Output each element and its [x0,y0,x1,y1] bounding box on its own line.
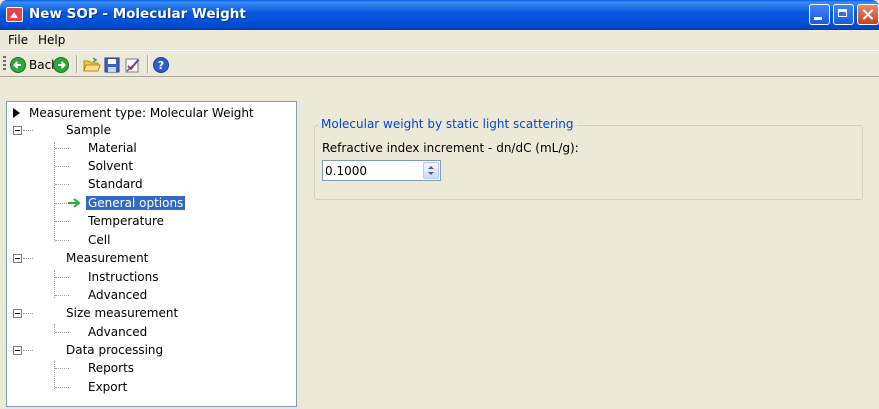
menu-bar: File Help [0,30,879,50]
tree-item-cell[interactable]: Cell [88,231,110,249]
group-title: Molecular weight by static light scatter… [318,117,577,131]
tree-item-data-processing[interactable]: Data processing [66,341,163,359]
current-arrow-icon [68,198,81,208]
tree-line [54,142,55,242]
menu-help[interactable]: Help [38,33,65,47]
tree-arrow-icon [13,108,20,118]
tree-line [55,277,69,278]
dndc-label: Refractive index increment - dn/dC (mL/g… [322,141,579,155]
collapse-size-measurement-icon[interactable] [13,309,22,318]
back-button[interactable]: Back [10,56,58,74]
tree-line [55,387,69,388]
tree-item-advanced[interactable]: Advanced [88,286,147,304]
collapse-data-processing-icon[interactable] [13,346,22,355]
toolbar-separator [147,55,149,73]
spin-up-icon[interactable] [428,166,434,169]
close-button[interactable] [857,4,879,25]
help-button[interactable]: ? [153,56,169,74]
tree-line [54,361,55,389]
window-title: New SOP - Molecular Weight [29,6,246,22]
spin-down-icon[interactable] [428,172,434,175]
tree-line [55,368,69,369]
help-icon: ? [153,57,169,73]
tree-item-general-options[interactable]: General options [67,194,186,212]
open-button[interactable] [83,56,101,74]
app-icon [6,7,23,22]
sop-tree[interactable]: Measurement type: Molecular Weight Sampl… [6,101,297,407]
tree-item-standard[interactable]: Standard [88,175,143,193]
tree-line [55,221,69,222]
svg-text:?: ? [158,59,164,72]
tree-line [55,240,69,241]
tree-item-solvent[interactable]: Solvent [88,157,133,175]
tree-item-reports[interactable]: Reports [88,359,134,377]
tree-label: General options [86,196,186,210]
tree-line [55,295,69,296]
save-button[interactable] [104,56,120,74]
toolbar: Back ? [0,50,879,77]
tree-line [55,166,69,167]
toolbar-separator [76,55,78,73]
dndc-input[interactable] [325,163,415,178]
tree-item-export[interactable]: Export [88,378,127,396]
edit-check-icon [125,58,140,73]
toolbar-grip[interactable] [3,56,6,72]
tree-item-measurement[interactable]: Measurement [66,249,148,267]
tree-line [55,148,69,149]
forward-icon [53,57,69,73]
maximize-button[interactable] [833,4,854,25]
tree-item-size-measurement[interactable]: Size measurement [66,304,178,322]
tree-item-advanced[interactable]: Advanced [88,323,147,341]
tree-line [55,184,69,185]
spin-buttons[interactable] [423,162,439,179]
tree-line [23,350,33,351]
tree-item-sample[interactable]: Sample [66,121,111,139]
tree-line [23,313,33,314]
title-bar[interactable]: New SOP - Molecular Weight [0,0,879,30]
forward-button[interactable] [53,56,69,74]
menu-file[interactable]: File [8,33,28,47]
tree-item-instructions[interactable]: Instructions [88,268,158,286]
minimize-button[interactable] [809,4,830,25]
tree-item-temperature[interactable]: Temperature [88,212,164,230]
open-folder-icon [83,57,101,72]
collapse-sample-icon[interactable] [13,126,22,135]
tree-item-material[interactable]: Material [88,139,137,157]
tree-line [55,332,69,333]
tree-line [23,130,33,131]
tree-line [23,258,33,259]
save-icon [104,57,120,73]
tree-line [54,270,55,298]
collapse-measurement-icon[interactable] [13,254,22,263]
dndc-spinbox[interactable] [322,160,441,181]
tree-item-measurement-type[interactable]: Measurement type: Molecular Weight [13,104,254,122]
back-icon [10,57,26,73]
tree-label: Measurement type: Molecular Weight [29,106,254,120]
edit-button[interactable] [124,56,142,74]
